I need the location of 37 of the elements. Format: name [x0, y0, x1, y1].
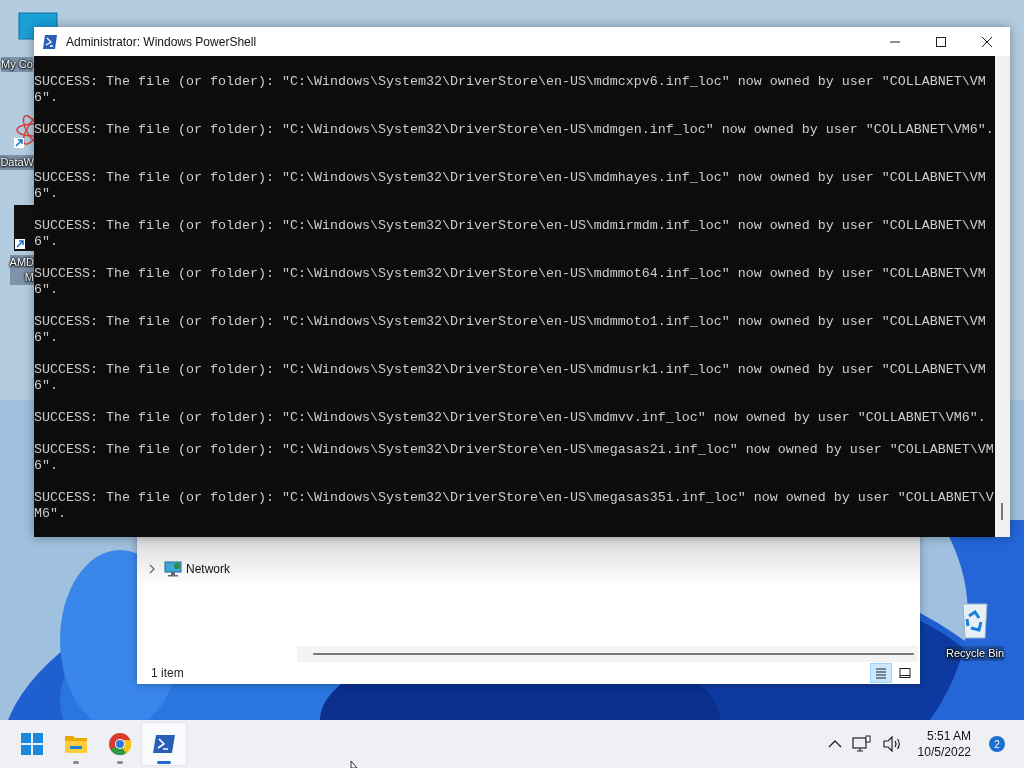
- item-count: 1 item: [151, 666, 184, 680]
- scrollbar[interactable]: [297, 646, 918, 662]
- console-line: SUCCESS: The file (or folder): "C:\Windows\System32\DriverStore\en-US\mdmusrk1.inf_loc" now owned by user "COLLABNET\VM6".: [34, 362, 987, 394]
- console-line: SUCCESS: The file (or folder): "C:\Windows\System32\DriverStore\en-US\mdmvv.inf_loc" now owned by user "COLLABNET\VM6".: [34, 410, 987, 426]
- network-icon: [164, 561, 182, 577]
- maximize-icon: [935, 35, 947, 48]
- scrollbar[interactable]: [995, 56, 1010, 537]
- icon-label[interactable]: My Co: [1, 57, 33, 72]
- terminal-icon: [152, 732, 176, 756]
- console-line: SUCCESS: The file (or folder): "C:\Windows\System32\DriverStore\en-US\mdmgen.inf_loc" now owned by user "COLLABNET\VM6".: [34, 122, 994, 138]
- chevron-up-icon[interactable]: [827, 739, 842, 749]
- nav-item[interactable]: Network: [186, 562, 230, 576]
- icon-label[interactable]: DataW: [0, 155, 34, 170]
- lines-icon: [873, 665, 889, 681]
- browser-icon: [108, 732, 132, 756]
- square-icon: [897, 665, 913, 681]
- close-icon: [981, 35, 993, 48]
- console-line: SUCCESS: The file (or folder): "C:\Windows\System32\DriverStore\en-US\mdmmot64.inf_loc" now owned by user "COLLABNET\VM6".: [34, 266, 987, 298]
- powershell-icon: [42, 33, 58, 50]
- console-line: SUCCESS: The file (or folder): "C:\Windows\System32\DriverStore\en-US\megasas2i.inf_loc" now owned by user "COLLABNET\VM6".: [34, 442, 994, 474]
- volume-icon[interactable]: [881, 735, 902, 753]
- console-line: SUCCESS: The file (or folder): "C:\Windows\System32\DriverStore\en-US\mdmmoto1.inf_loc" now owned by user "COLLABNET\VM6".: [34, 314, 987, 346]
- notification-badge[interactable]: 2: [989, 736, 1005, 752]
- console-line: SUCCESS: The file (or folder): "C:\Windows\System32\DriverStore\en-US\megasas35i.inf_loc" now owned by user "COLLABNET\VM6".: [34, 490, 994, 522]
- powershell-window[interactable]: [34, 27, 1010, 537]
- powershell-app-button[interactable]: [142, 723, 186, 765]
- app-icon[interactable]: [14, 205, 34, 251]
- console-line: SUCCESS: The file (or folder): "C:\Windows\System32\DriverStore\en-US\mdmhayes.inf_loc" now owned by user "COLLABNET\VM6".: [34, 170, 987, 202]
- chevron-icon[interactable]: [148, 564, 156, 574]
- clock[interactable]: 5:51 AM 10/5/2022: [917, 728, 971, 760]
- console-line: SUCCESS: The file (or folder): "C:\Windows\System32\DriverStore\en-US\mdmirmdm.inf_loc" now owned by user "COLLABNET\VM6".: [34, 218, 987, 250]
- network-icon[interactable]: [851, 735, 872, 753]
- windows-logo-icon: [20, 732, 44, 756]
- console-line: SUCCESS: The file (or folder): "C:\Windows\System32\DriverStore\en-US\mdmcxpv6.inf_loc" now owned by user "COLLABNET\VM6".: [34, 74, 987, 106]
- window-title: Administrator: Windows PowerShell: [66, 34, 258, 49]
- icon-label[interactable]: Recycle Bin: [945, 646, 1005, 661]
- cursor-icon: [350, 761, 360, 768]
